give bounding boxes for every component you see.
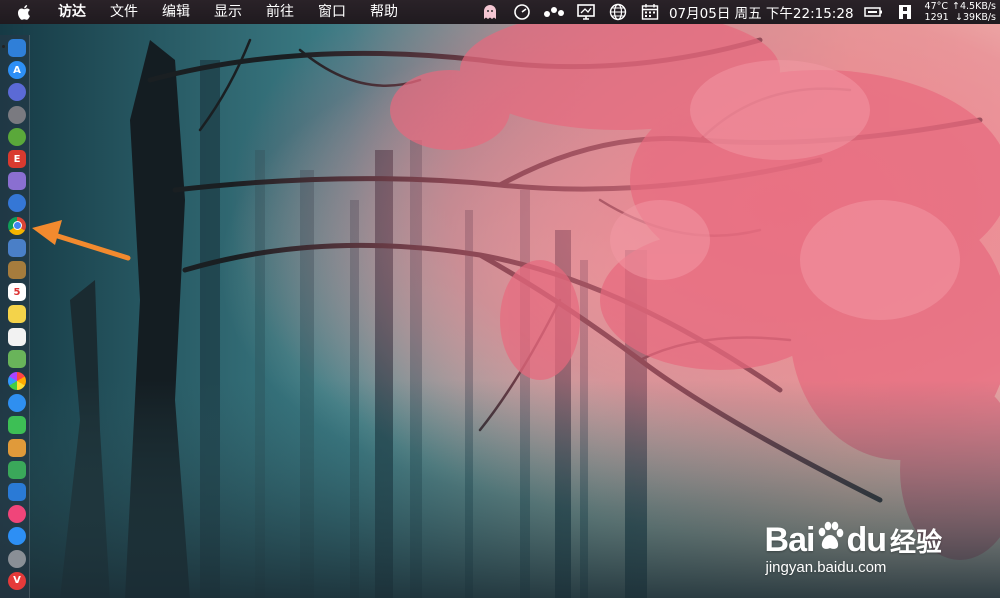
vivaldi-icon[interactable]: V: [8, 571, 26, 590]
calendar-app-glyph: 5: [13, 286, 21, 298]
system-preferences-icon[interactable]: [8, 549, 26, 568]
app-store-2-icon[interactable]: [8, 527, 26, 546]
download-speed: ↓39KB/s: [955, 12, 996, 23]
menu-edit[interactable]: 编辑: [150, 0, 202, 24]
chrome-icon[interactable]: [8, 216, 26, 235]
dots-icon[interactable]: [543, 0, 565, 24]
menu-view[interactable]: 显示: [202, 0, 254, 24]
notes-icon[interactable]: [8, 305, 26, 324]
app-purple-icon[interactable]: [8, 172, 26, 191]
menu-file[interactable]: 文件: [98, 0, 150, 24]
watermark-chinese: 经验: [889, 527, 942, 557]
speedometer-icon[interactable]: [511, 0, 533, 24]
ghost-icon[interactable]: [479, 0, 501, 24]
screen-icon[interactable]: [575, 0, 597, 24]
desktop-wallpaper: [0, 0, 1000, 598]
upload-speed: ↑4.5KB/s: [952, 1, 996, 12]
app-red-glyph: E: [13, 153, 21, 165]
photos-icon[interactable]: [8, 372, 26, 390]
menu-help[interactable]: 帮助: [358, 0, 410, 24]
siri-icon[interactable]: [8, 83, 26, 102]
maps-icon[interactable]: [8, 349, 26, 368]
cpu-temp: 47°C: [924, 1, 949, 12]
pages-icon[interactable]: [8, 438, 26, 457]
facetime-icon[interactable]: [8, 416, 26, 435]
menu-bar-left: 访达 文件 编辑 显示 前往 窗口 帮助: [0, 0, 410, 24]
keynote-icon[interactable]: [8, 483, 26, 501]
music-icon[interactable]: [8, 505, 26, 524]
watermark-brand: Bai: [764, 521, 816, 559]
numbers-icon[interactable]: [8, 460, 26, 479]
menu-window[interactable]: 窗口: [306, 0, 358, 24]
baidu-watermark: Bai du 经验 jingyan.baidu.com: [765, 520, 942, 576]
android-studio-icon[interactable]: [8, 127, 26, 146]
menu-finder[interactable]: 访达: [46, 0, 98, 24]
calendar-app-icon[interactable]: 5: [8, 283, 26, 302]
messages-icon[interactable]: [8, 394, 26, 413]
menu-go[interactable]: 前往: [254, 0, 306, 24]
app-red-icon[interactable]: E: [8, 150, 26, 168]
battery-icon[interactable]: [862, 0, 884, 24]
vivaldi-glyph: V: [13, 575, 21, 587]
reminders-icon[interactable]: [8, 327, 26, 346]
running-indicator: [2, 45, 5, 48]
menu-clock[interactable]: 07月05日 周五 下午22:15:28: [669, 2, 854, 22]
watermark-brand-2: du: [846, 521, 887, 559]
launchpad-icon[interactable]: [8, 105, 26, 124]
notebook-icon[interactable]: [8, 261, 26, 279]
calendar-icon[interactable]: [639, 0, 661, 24]
baidu-paw-icon: [815, 520, 845, 561]
preview-icon[interactable]: [8, 238, 26, 257]
app-store-glyph: A: [13, 64, 21, 76]
globe-icon[interactable]: [607, 0, 629, 24]
system-stats[interactable]: 47°C ↑4.5KB/s 1291 ↓39KB/s: [925, 1, 996, 23]
menu-bar-right: 07月05日 周五 下午22:15:28 47°C ↑4.5KB/s 1291 ↓3…: [474, 0, 1000, 24]
forest-wallpaper-image: [0, 0, 1000, 598]
dock: A E 5 V: [0, 35, 30, 598]
fan-speed: 1291: [924, 12, 949, 23]
profile-icon[interactable]: [894, 0, 916, 24]
finder-icon[interactable]: [8, 39, 26, 57]
app-store-icon[interactable]: A: [8, 61, 26, 80]
apple-menu-icon[interactable]: [0, 0, 46, 24]
watermark-url: jingyan.baidu.com: [765, 559, 887, 576]
menu-bar: 访达 文件 编辑 显示 前往 窗口 帮助 07月05日 周五 下午22:15:2…: [0, 0, 1000, 24]
safari-icon[interactable]: [8, 194, 26, 213]
